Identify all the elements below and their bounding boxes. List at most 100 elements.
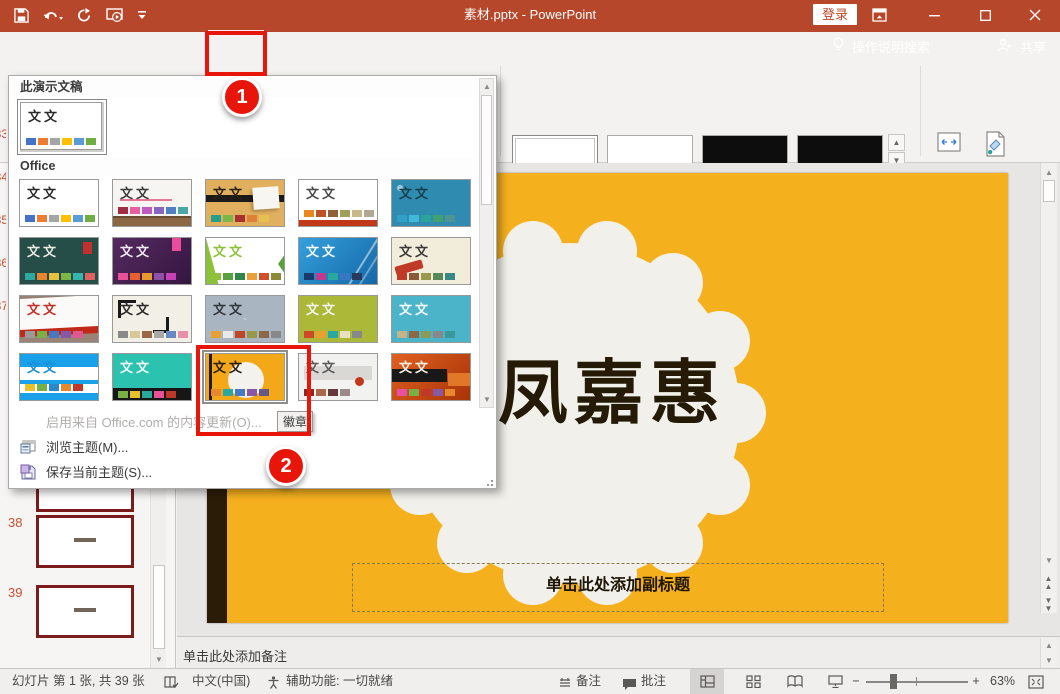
scroll-down-icon[interactable]: ▼ [1042, 553, 1056, 568]
swatch [61, 331, 71, 338]
minimize-button[interactable] [914, 0, 956, 30]
theme-sunset[interactable]: 文文 [391, 353, 471, 401]
subtitle-placeholder[interactable]: 单击此处添加副标题 [352, 563, 884, 612]
swatch [37, 273, 47, 280]
theme-card[interactable]: 文文 [19, 295, 99, 343]
undo-icon[interactable] [43, 8, 63, 22]
notes-placeholder[interactable]: 单击此处添加备注 [183, 646, 287, 665]
swatch [50, 138, 60, 145]
next-slide-button[interactable]: ▼▼ [1041, 597, 1056, 613]
notes-pane[interactable]: 单击此处添加备注 ▲ ▼ [177, 636, 1060, 668]
theme-sky[interactable]: 文文 [298, 237, 378, 285]
swatch [73, 273, 83, 280]
theme-paint[interactable]: 文文 [391, 237, 471, 285]
zoom-in-button[interactable]: + [970, 669, 982, 694]
theme-orange-rule[interactable]: 文文 [298, 179, 378, 227]
theme-current[interactable]: 文文 [20, 102, 102, 150]
scrollbar-thumb[interactable] [153, 565, 165, 649]
thumbnail-mini-text [74, 538, 96, 542]
swatch [259, 331, 269, 338]
swatch [73, 215, 83, 222]
swatch [397, 273, 407, 280]
slide-thumbnail-partial[interactable] [36, 488, 134, 512]
gallery-menu-save[interactable]: 保存当前主题(S)... [9, 460, 469, 485]
gallery-scrollbar[interactable]: ▲ ▼ [479, 78, 494, 408]
variants-scroll-up-icon[interactable]: ▲ [888, 134, 905, 151]
swatch [352, 331, 362, 338]
theme-teal[interactable]: 文文 [391, 295, 471, 343]
swatch [328, 331, 338, 338]
maximize-button[interactable] [964, 0, 1006, 30]
scroll-up-icon[interactable]: ▲ [1042, 638, 1056, 653]
resize-grip[interactable] [483, 476, 493, 486]
notes-scrollbar[interactable]: ▲ ▼ [1040, 638, 1057, 668]
notes-toggle[interactable]: 备注 [576, 669, 601, 694]
start-slideshow-icon[interactable] [106, 8, 123, 23]
scroll-up-icon[interactable]: ▲ [1042, 165, 1056, 180]
theme-swatches [397, 273, 455, 280]
theme-swatches [397, 389, 455, 396]
comments-toggle[interactable]: 批注 [641, 669, 666, 694]
accessibility-status[interactable]: 辅助功能: 一切就绪 [286, 669, 393, 694]
swatch [49, 384, 59, 391]
slide-title-text[interactable]: 凤嘉惠 [498, 337, 726, 438]
scroll-up-icon[interactable]: ▲ [480, 79, 494, 94]
theme-swatches [26, 138, 96, 145]
theme-facet[interactable]: 文文 [205, 237, 285, 285]
slide-vertical-scrollbar[interactable]: ▲ ▼ [1040, 163, 1057, 613]
scroll-down-icon[interactable]: ▼ [480, 392, 494, 407]
browse-themes-icon [20, 439, 37, 456]
gallery-menu-browse[interactable]: 浏览主题(M)... [9, 435, 469, 460]
save-icon[interactable] [14, 8, 29, 23]
zoom-slider-track[interactable] [866, 681, 968, 683]
theme-swatches [118, 391, 176, 398]
theme-sample-text: 文文 [306, 299, 338, 318]
theme-chalkboard[interactable]: 文文 [19, 237, 99, 285]
customize-qat-icon[interactable] [137, 9, 147, 21]
swatch [130, 207, 140, 214]
theme-bracket[interactable]: 文文 [112, 295, 192, 343]
swatch [445, 331, 455, 338]
theme-banded[interactable]: 文文 [19, 353, 99, 401]
scrollbar-thumb[interactable] [481, 95, 492, 205]
login-button[interactable]: 登录 [813, 4, 857, 25]
swatch [223, 331, 233, 338]
slideshow-view-button[interactable] [818, 669, 852, 694]
tell-me-search[interactable]: 操作说明搜索 [832, 30, 930, 62]
swatch [73, 331, 83, 338]
theme-violet[interactable]: 文文 [112, 237, 192, 285]
scroll-down-icon[interactable]: ▼ [1042, 653, 1056, 668]
theme-gallery[interactable]: 文文 [112, 179, 192, 227]
swatch [421, 331, 431, 338]
swatch [118, 331, 128, 338]
spellcheck-icon[interactable] [163, 674, 179, 694]
redo-icon[interactable] [77, 8, 92, 23]
previous-slide-button[interactable]: ▲▲ [1041, 575, 1056, 591]
share-button[interactable]: 共享 [997, 30, 1060, 62]
theme-dotted-gray[interactable]: 文文 [205, 295, 285, 343]
reading-view-button[interactable] [778, 669, 812, 694]
zoom-level[interactable]: 63% [990, 669, 1015, 694]
normal-view-button[interactable] [690, 669, 724, 694]
slide-sorter-view-button[interactable] [736, 669, 770, 694]
theme-office[interactable]: 文文 [19, 179, 99, 227]
slide-thumbnail-39[interactable] [36, 585, 134, 638]
zoom-slider-thumb[interactable] [890, 674, 897, 689]
theme-damask[interactable]: 文文 [391, 179, 471, 227]
swatch [316, 331, 326, 338]
slide-thumbnail-38[interactable] [36, 515, 134, 568]
quick-access-toolbar [14, 3, 147, 27]
theme-olive[interactable]: 文文 [298, 295, 378, 343]
theme-turquoise[interactable]: 文文 [112, 353, 192, 401]
slide-counter[interactable]: 幻灯片 第 1 张, 共 39 张 [12, 669, 145, 694]
theme-ink-wood[interactable]: 文文 [205, 179, 285, 227]
title-bar: 素材.pptx - PowerPoint 登录 [0, 0, 1060, 30]
scroll-down-icon[interactable]: ▼ [152, 652, 166, 667]
zoom-out-button[interactable]: − [850, 669, 862, 694]
ribbon-display-options-icon[interactable] [858, 0, 900, 30]
partial-slide-number: 35 [0, 213, 6, 224]
scrollbar-thumb[interactable] [1043, 180, 1055, 202]
fit-slide-to-window-icon[interactable] [1028, 674, 1044, 694]
close-button[interactable] [1014, 0, 1056, 30]
language-status[interactable]: 中文(中国) [192, 669, 250, 694]
